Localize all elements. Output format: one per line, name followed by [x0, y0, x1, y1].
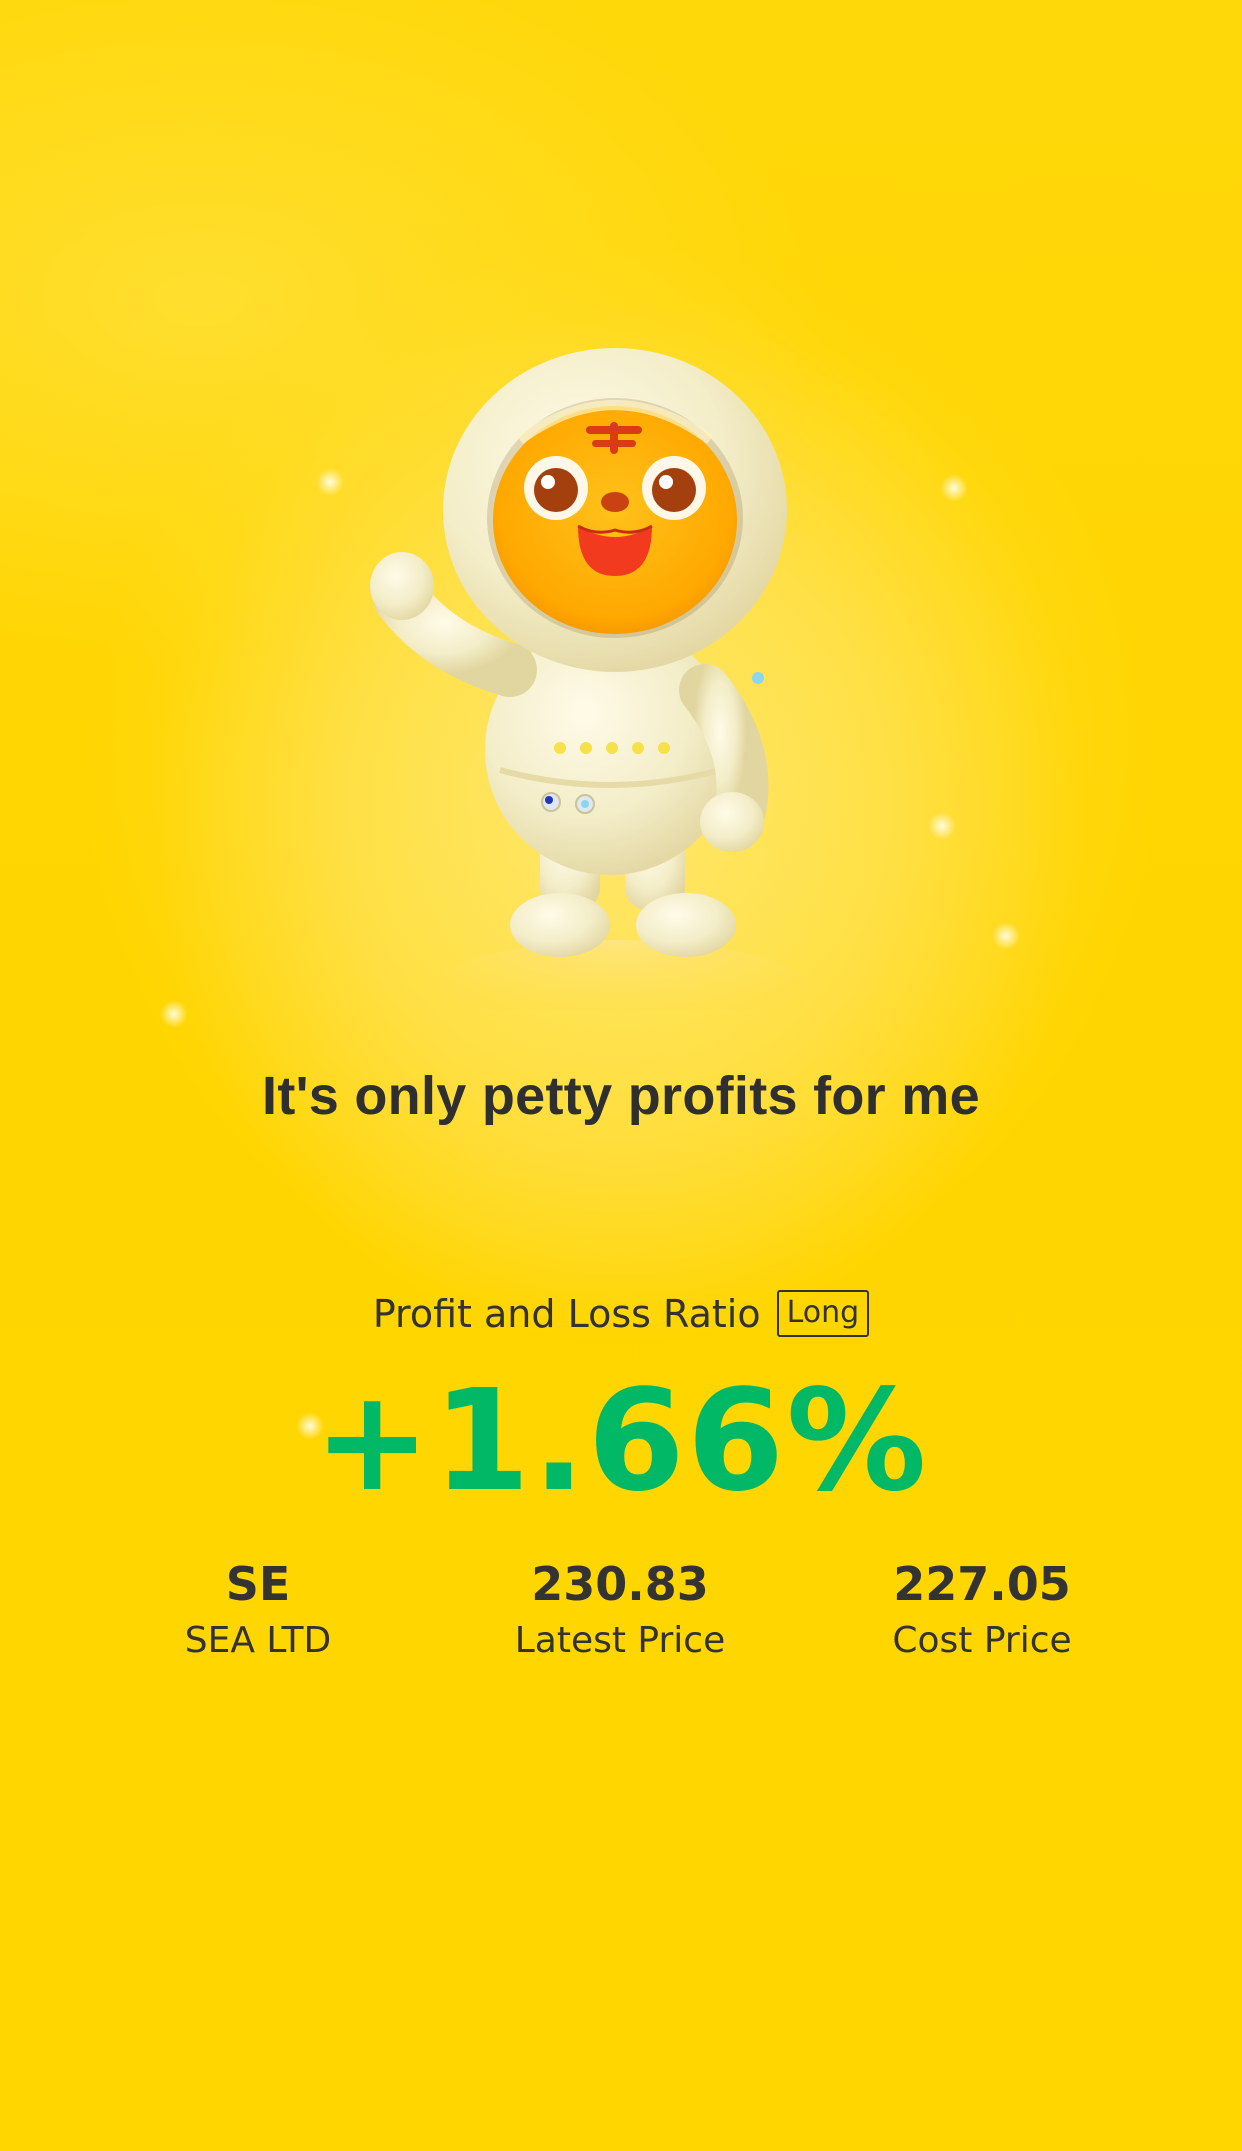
stat-symbol: SE SEA LTD [78, 1555, 438, 1669]
profit-loss-row: Profit and Loss Ratio Long [0, 1290, 1242, 1337]
cost-price-label: Cost Price [892, 1620, 1072, 1661]
sparkle-decoration [160, 1000, 188, 1028]
stat-cost-price: 227.05 Cost Price [802, 1555, 1162, 1669]
profit-loss-label: Profit and Loss Ratio [372, 1291, 761, 1336]
sparkle-decoration [940, 474, 968, 502]
cost-price-value: 227.05 [893, 1557, 1071, 1611]
sparkle-decoration [992, 922, 1020, 950]
sparkle-decoration [928, 812, 956, 840]
sparkle-decoration [316, 468, 344, 496]
ticker-symbol: SE [225, 1557, 291, 1611]
company-name: SEA LTD [184, 1620, 332, 1661]
latest-price-value: 230.83 [531, 1557, 709, 1611]
position-tag-badge: Long [776, 1290, 870, 1337]
headline-title: It's only petty profits for me [262, 1066, 980, 1126]
stat-latest-price: 230.83 Latest Price [440, 1555, 800, 1669]
profit-loss-ratio-value: +1.66% [313, 1360, 929, 1523]
stats-row: SE SEA LTD 230.83 Latest Price 227.05 Co… [0, 1555, 1242, 1675]
astronaut-tiger-mascot-icon [360, 330, 840, 1060]
latest-price-label: Latest Price [514, 1620, 726, 1661]
